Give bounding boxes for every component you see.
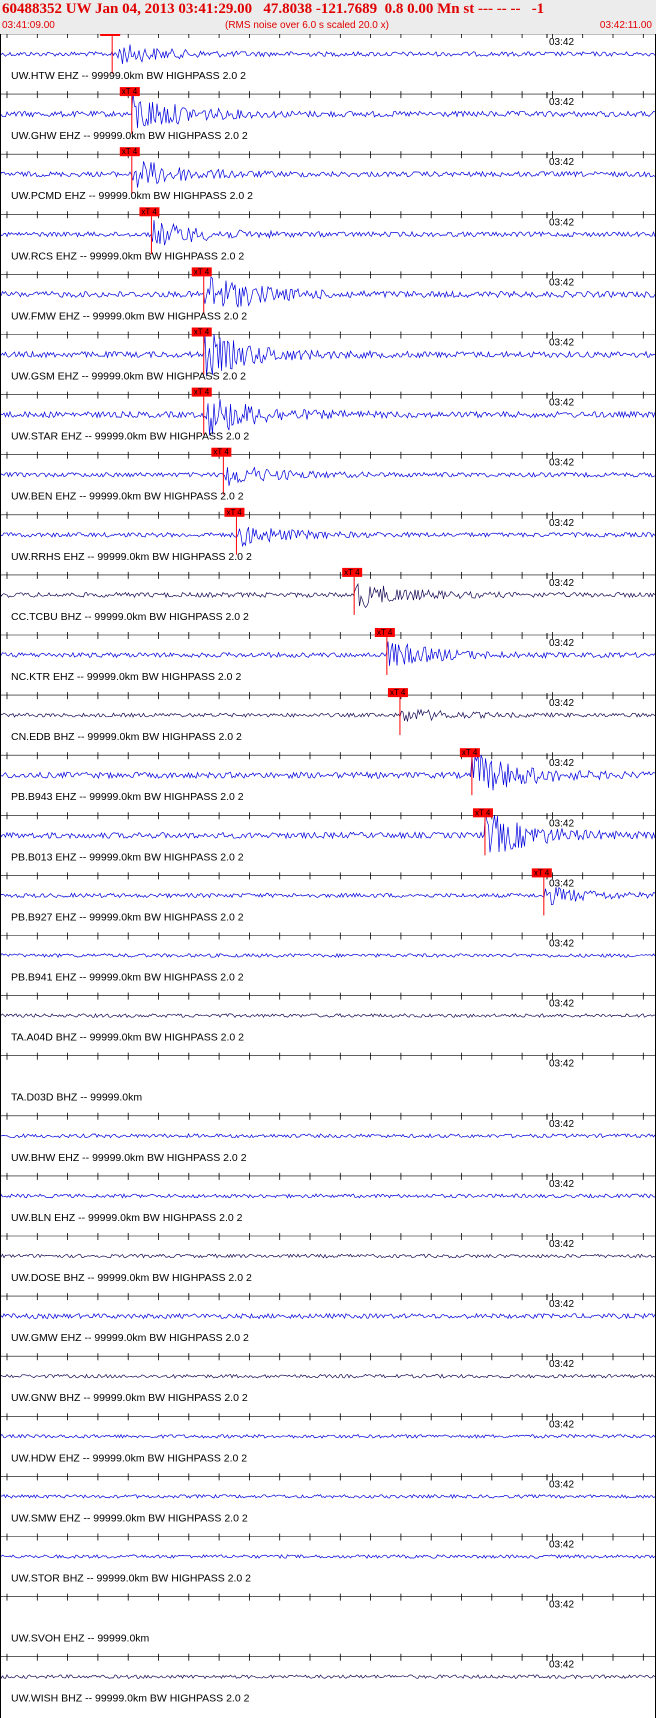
waveform-trace — [1, 1312, 655, 1320]
station-label: UW.SMW EHZ -- 99999.0km BW HIGHPASS 2.0 … — [11, 1512, 248, 1524]
station-label: UW.RRHS EHZ -- 99999.0km BW HIGHPASS 2.0… — [11, 551, 252, 563]
pick-label: xT 4 — [390, 688, 406, 697]
pick-label: xT 4 — [194, 328, 210, 337]
pick-label: xT 4 — [102, 34, 118, 36]
pick-label: xT 4 — [141, 207, 157, 216]
minute-label: 03:42 — [549, 97, 574, 108]
station-label: UW.GSM EHZ -- 99999.0km BW HIGHPASS 2.0 … — [11, 371, 246, 383]
minute-label: 03:42 — [549, 338, 574, 349]
station-label: UW.SVOH EHZ -- 99999.0km — [11, 1633, 150, 1645]
pick-label: xT 4 — [462, 748, 478, 757]
station-label: UW.GHW EHZ -- 99999.0km BW HIGHPASS 2.0 … — [11, 130, 248, 142]
waveform-trace — [1, 1373, 655, 1379]
pick-label: xT 4 — [377, 628, 393, 637]
waveform-trace — [1, 1193, 655, 1199]
waveform-trace — [1, 1253, 655, 1259]
minute-label: 03:42 — [549, 1419, 574, 1430]
minute-label: 03:42 — [549, 1359, 574, 1370]
station-label: TA.D03D BHZ -- 99999.0km — [11, 1092, 142, 1104]
minute-label: 03:42 — [549, 37, 574, 48]
minute-label: 03:42 — [549, 638, 574, 649]
minute-label: 03:42 — [549, 1239, 574, 1250]
minute-label: 03:42 — [549, 698, 574, 709]
minute-label: 03:42 — [549, 1299, 574, 1310]
waveform-trace — [1, 526, 655, 548]
rms-note: (RMS noise over 6.0 s scaled 20.0 x) — [225, 20, 389, 31]
pick-label: xT 4 — [213, 448, 229, 457]
minute-label: 03:42 — [549, 1479, 574, 1490]
pick-label: xT 4 — [122, 87, 138, 96]
minute-label: 03:42 — [549, 458, 574, 469]
pick-label: xT 4 — [344, 568, 360, 577]
station-label: CN.EDB BHZ -- 99999.0km BW HIGHPASS 2.0 … — [11, 731, 242, 743]
pick-label: xT 4 — [194, 388, 210, 397]
waveform-trace — [1, 1674, 655, 1680]
pick-label: xT 4 — [194, 267, 210, 276]
minute-label: 03:42 — [549, 157, 574, 168]
start-time: 03:41:09.00 — [2, 20, 55, 31]
minute-label: 03:42 — [549, 878, 574, 889]
seismogram-plot: 03:42xT 4UW.HTW EHZ -- 99999.0km BW HIGH… — [0, 34, 656, 1718]
traces-svg: 03:42xT 4UW.HTW EHZ -- 99999.0km BW HIGH… — [1, 34, 655, 1705]
station-label: PB.B013 EHZ -- 99999.0km BW HIGHPASS 2.0… — [11, 851, 244, 863]
minute-label: 03:42 — [549, 578, 574, 589]
event-title: 60488352 UW Jan 04, 2013 03:41:29.00 47.… — [2, 1, 545, 17]
waveform-trace — [1, 708, 655, 722]
station-label: UW.STAR EHZ -- 99999.0km BW HIGHPASS 2.0… — [11, 431, 249, 443]
station-label: PB.B941 EHZ -- 99999.0km BW HIGHPASS 2.0… — [11, 972, 244, 984]
minute-label: 03:42 — [549, 1600, 574, 1611]
station-label: UW.GMW EHZ -- 99999.0km BW HIGHPASS 2.0 … — [11, 1332, 249, 1344]
station-label: UW.PCMD EHZ -- 99999.0km BW HIGHPASS 2.0… — [11, 190, 253, 202]
pick-label: xT 4 — [534, 868, 550, 877]
minute-label: 03:42 — [549, 1119, 574, 1130]
minute-label: 03:42 — [549, 939, 574, 950]
pick-label: xT 4 — [226, 508, 242, 517]
waveform-trace — [1, 1133, 655, 1139]
minute-label: 03:42 — [549, 217, 574, 228]
station-label: UW.STOR BHZ -- 99999.0km BW HIGHPASS 2.0… — [11, 1573, 251, 1585]
minute-label: 03:42 — [549, 818, 574, 829]
station-label: UW.FMW EHZ -- 99999.0km BW HIGHPASS 2.0 … — [11, 310, 247, 322]
station-label: UW.HTW EHZ -- 99999.0km BW HIGHPASS 2.0 … — [11, 70, 246, 82]
header-bar: 60488352 UW Jan 04, 2013 03:41:29.00 47.… — [0, 0, 656, 34]
minute-label: 03:42 — [549, 277, 574, 288]
waveform-trace — [1, 1493, 655, 1499]
waveform-trace — [1, 886, 655, 906]
minute-label: 03:42 — [549, 1540, 574, 1551]
waveform-trace — [1, 1433, 655, 1439]
station-label: UW.BHW EHZ -- 99999.0km BW HIGHPASS 2.0 … — [11, 1152, 247, 1164]
minute-label: 03:42 — [549, 518, 574, 529]
station-label: UW.RCS EHZ -- 99999.0km BW HIGHPASS 2.0 … — [11, 250, 244, 262]
minute-label: 03:42 — [549, 1179, 574, 1190]
station-label: PB.B927 EHZ -- 99999.0km BW HIGHPASS 2.0… — [11, 911, 244, 923]
minute-label: 03:42 — [549, 1660, 574, 1671]
station-label: UW.BLN EHZ -- 99999.0km BW HIGHPASS 2.0 … — [11, 1212, 243, 1224]
waveform-trace — [1, 1554, 655, 1559]
waveform-trace — [1, 952, 655, 959]
waveform-trace — [1, 1013, 655, 1019]
station-label: TA.A04D BHZ -- 99999.0km BW HIGHPASS 2.0… — [11, 1032, 244, 1044]
minute-label: 03:42 — [549, 758, 574, 769]
waveform-trace — [1, 466, 655, 486]
pick-label: xT 4 — [475, 808, 491, 817]
minute-label: 03:42 — [549, 999, 574, 1010]
minute-label: 03:42 — [549, 398, 574, 409]
station-label: NC.KTR EHZ -- 99999.0km BW HIGHPASS 2.0 … — [11, 671, 241, 683]
station-label: UW.BEN EHZ -- 99999.0km BW HIGHPASS 2.0 … — [11, 491, 244, 503]
station-label: UW.GNW BHZ -- 99999.0km BW HIGHPASS 2.0 … — [11, 1392, 248, 1404]
station-label: UW.WISH BHZ -- 99999.0km BW HIGHPASS 2.0… — [11, 1693, 250, 1705]
end-time: 03:42:11.00 — [599, 20, 652, 31]
minute-label: 03:42 — [549, 1059, 574, 1070]
station-label: UW.HDW EHZ -- 99999.0km BW HIGHPASS 2.0 … — [11, 1452, 247, 1464]
station-label: UW.DOSE BHZ -- 99999.0km BW HIGHPASS 2.0… — [11, 1272, 252, 1284]
station-label: PB.B943 EHZ -- 99999.0km BW HIGHPASS 2.0… — [11, 791, 244, 803]
station-label: CC.TCBU BHZ -- 99999.0km BW HIGHPASS 2.0… — [11, 611, 249, 623]
pick-label: xT 4 — [122, 147, 138, 156]
